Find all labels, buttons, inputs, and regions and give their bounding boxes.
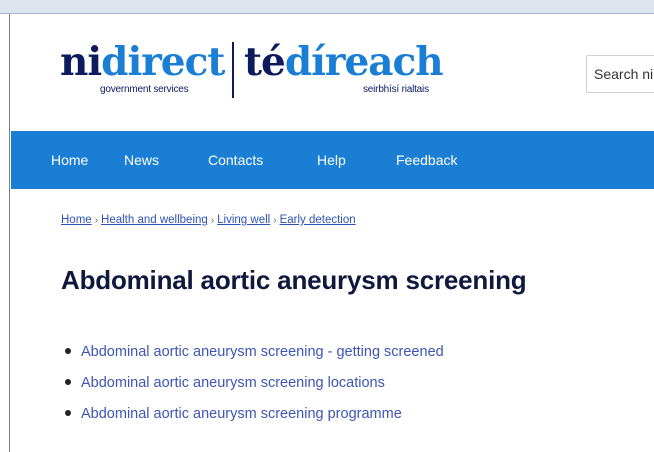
- breadcrumb-early-detection[interactable]: Early detection: [280, 214, 356, 226]
- breadcrumb-separator: ›: [210, 215, 215, 226]
- list-item: Abdominal aortic aneurysm screening prog…: [61, 404, 444, 435]
- nav-item-news[interactable]: News: [124, 131, 159, 189]
- nav-item-feedback[interactable]: Feedback: [396, 131, 457, 189]
- logo-subtitle-irish: seirbhísí rialtais: [363, 84, 429, 95]
- bullet-icon: [65, 410, 71, 416]
- breadcrumb: Home › Health and wellbeing › Living well › Ea…: [61, 214, 356, 226]
- nav-item-help[interactable]: Help: [317, 131, 346, 189]
- logo-divider: [232, 42, 234, 98]
- browser-frame-top: [0, 0, 654, 14]
- breadcrumb-living-well[interactable]: Living well: [217, 214, 270, 226]
- logo-nidirect: nidirect: [60, 39, 225, 85]
- breadcrumb-home[interactable]: Home: [61, 214, 92, 226]
- link-screening-locations[interactable]: Abdominal aortic aneurysm screening loca…: [81, 375, 385, 391]
- breadcrumb-separator: ›: [94, 215, 99, 226]
- logo-subtitle-english: government services: [100, 84, 189, 95]
- list-item: Abdominal aortic aneurysm screening loca…: [61, 373, 444, 404]
- bullet-icon: [65, 379, 71, 385]
- related-links-list: Abdominal aortic aneurysm screening - ge…: [61, 342, 444, 435]
- logo-tedireach: tédíreach: [244, 39, 444, 85]
- link-screening-programme[interactable]: Abdominal aortic aneurysm screening prog…: [81, 406, 402, 422]
- breadcrumb-health-and-wellbeing[interactable]: Health and wellbeing: [101, 214, 208, 226]
- main-navigation: Home News Contacts Help Feedback: [11, 131, 654, 189]
- site-header: nidirect government services tédíreach s…: [11, 15, 654, 131]
- nav-item-contacts[interactable]: Contacts: [208, 131, 263, 189]
- bullet-icon: [65, 348, 71, 354]
- page: nidirect government services tédíreach s…: [11, 15, 654, 452]
- link-getting-screened[interactable]: Abdominal aortic aneurysm screening - ge…: [81, 344, 444, 360]
- list-item: Abdominal aortic aneurysm screening - ge…: [61, 342, 444, 373]
- search-input[interactable]: Search ni: [586, 55, 654, 93]
- breadcrumb-separator: ›: [273, 215, 277, 226]
- nav-item-home[interactable]: Home: [51, 131, 88, 189]
- browser-frame-left: [0, 14, 10, 452]
- page-title: Abdominal aortic aneurysm screening: [61, 265, 527, 295]
